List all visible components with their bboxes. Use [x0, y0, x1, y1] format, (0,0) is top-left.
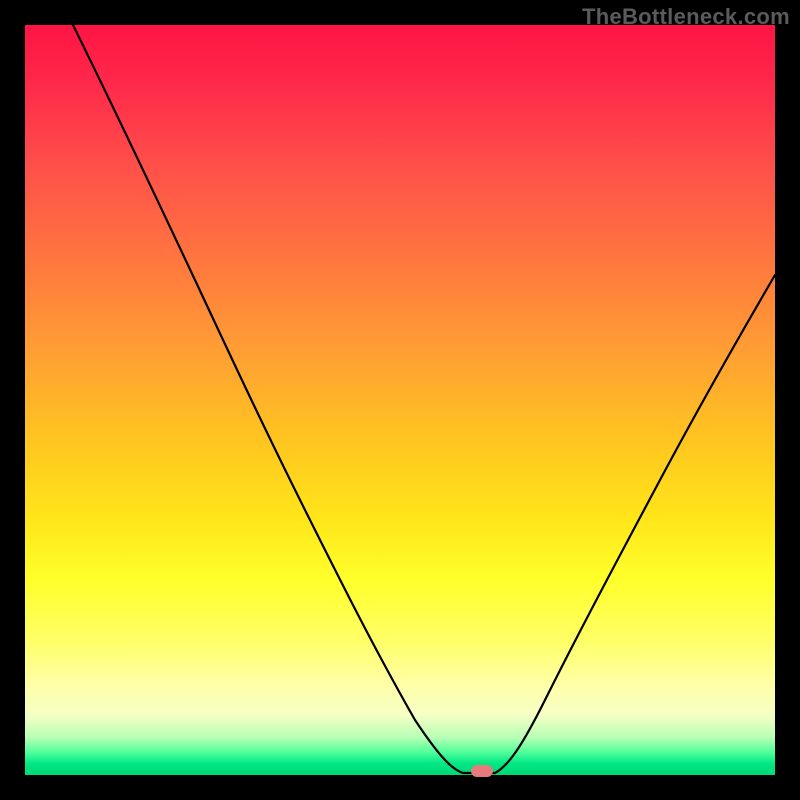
chart-frame: TheBottleneck.com — [0, 0, 800, 800]
minimum-marker — [471, 765, 493, 777]
curve-left — [73, 25, 463, 773]
bottleneck-curve — [25, 25, 775, 775]
curve-right — [495, 275, 775, 773]
plot-area — [25, 25, 775, 775]
